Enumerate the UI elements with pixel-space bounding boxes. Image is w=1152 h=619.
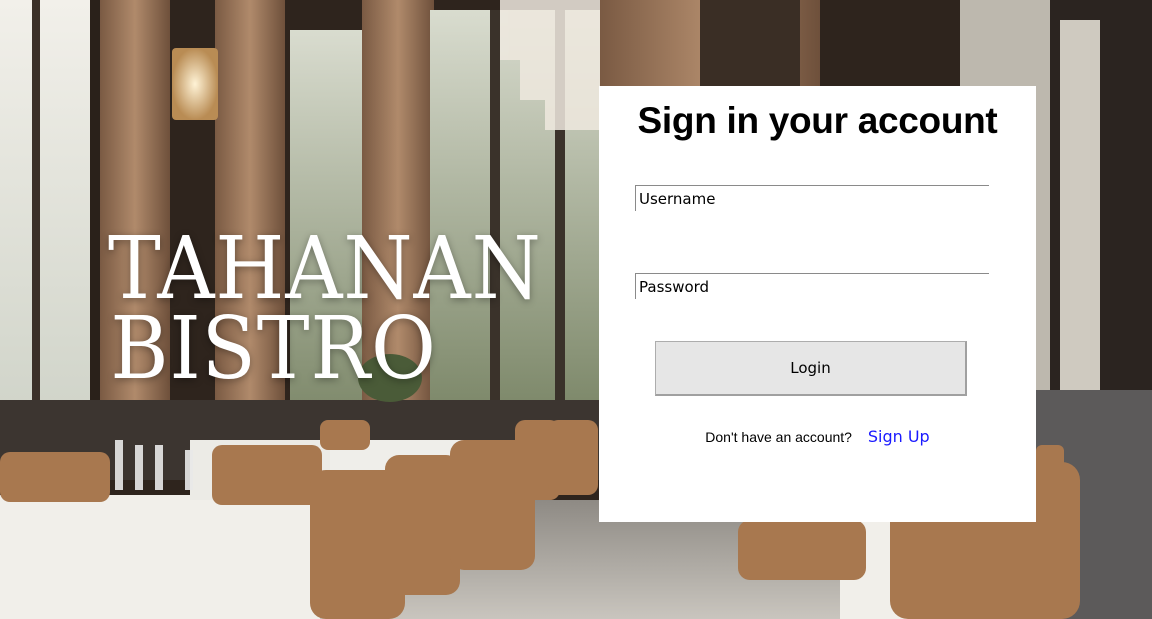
brand-logo-line2: BISTRO [110, 299, 437, 399]
signup-row: Don't have an account? Sign Up [599, 427, 1036, 446]
page-title: Sign in your account [637, 100, 998, 141]
signup-prompt: Don't have an account? [705, 429, 852, 445]
signup-link[interactable]: Sign Up [868, 427, 930, 446]
login-button[interactable]: Login [655, 341, 967, 396]
login-card: Sign in your account Login Don't have an… [599, 86, 1036, 522]
username-input[interactable] [635, 185, 989, 211]
password-input[interactable] [635, 273, 989, 299]
brand-logo: TAHANAN BISTRO [108, 226, 541, 399]
